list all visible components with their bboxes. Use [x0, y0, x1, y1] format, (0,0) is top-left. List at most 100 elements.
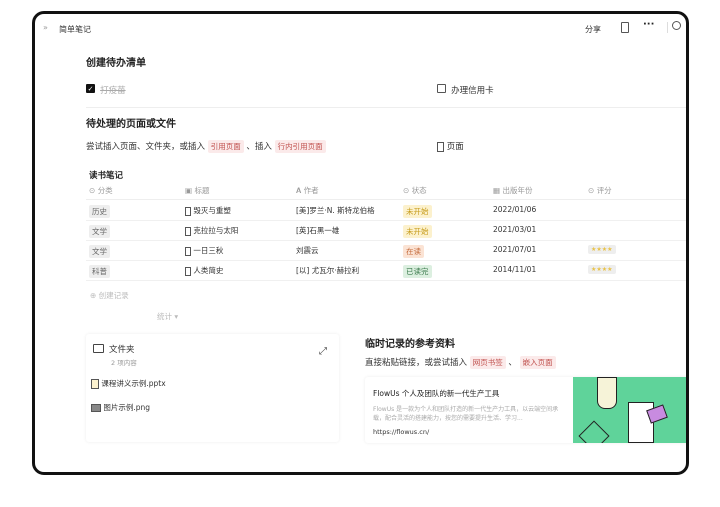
page-link[interactable]: 页面	[437, 140, 464, 152]
folder-icon	[93, 344, 104, 353]
pending-text-main: 尝试插入页面、文件夹，或插入	[86, 142, 206, 152]
embed-page-link[interactable]: 嵌入页面	[519, 356, 556, 369]
title-cell[interactable]: 克拉拉与太阳	[185, 225, 238, 236]
bookmark-thumbnail	[573, 377, 686, 443]
stats-button[interactable]: 统计 ▾	[157, 311, 178, 322]
todo-item[interactable]: 办理信用卡	[437, 78, 494, 97]
date-cell: 2014/11/01	[493, 265, 537, 274]
divider	[667, 22, 668, 33]
book-title: 克拉拉与太阳	[193, 226, 239, 235]
author-cell: [以] 尤瓦尔·赫拉利	[296, 266, 360, 275]
status-col-icon: ⊙	[403, 186, 410, 195]
pending-text: 尝试插入页面、文件夹，或插入 引用页面 、插入 行内引用页面	[86, 140, 326, 153]
divider	[86, 199, 686, 200]
rating-stars: ★★★★	[588, 245, 616, 254]
bookmark-url: https://flowus.cn/	[373, 428, 430, 436]
folder-name: 文件夹	[109, 345, 135, 355]
image-file-icon	[91, 404, 101, 412]
date-cell: 2021/03/01	[493, 225, 537, 234]
status-col-icon: ⊙	[89, 186, 96, 195]
table-row[interactable]	[86, 221, 686, 241]
file-item[interactable]: 课程讲义示例.pptx	[91, 378, 166, 389]
column-header[interactable]: ⊙ 分类	[89, 185, 113, 196]
refs-text-main: 直接粘贴链接，或尝试插入	[365, 358, 468, 368]
status-badge: 在读	[403, 245, 424, 258]
more-icon[interactable]: ···	[643, 19, 654, 30]
refs-sep: 、	[508, 358, 517, 368]
status-badge: 已读完	[403, 265, 432, 278]
page-icon	[185, 246, 191, 256]
refs-text: 直接粘贴链接，或尝试插入 网页书签 、 嵌入页面	[365, 356, 556, 369]
person-col-icon: 𝐀	[296, 186, 302, 195]
ref-page-link[interactable]: 引用页面	[207, 140, 244, 153]
file-name: 课程讲义示例.pptx	[101, 379, 166, 388]
book-title: 人类简史	[193, 266, 224, 275]
bookmark-icon[interactable]	[621, 22, 629, 33]
column-label: 评分	[596, 186, 612, 195]
book-title: 毁灭与重塑	[193, 206, 231, 215]
bookmark-desc: FlowUs 是一款为个人和团队打造的新一代生产力工具，以云端空间承载，配合灵活…	[373, 406, 559, 422]
todo-title: 创建待办清单	[86, 58, 146, 69]
page-label: 页面	[446, 142, 464, 152]
category-tag: 历史	[89, 205, 110, 218]
column-header[interactable]: 𝐀 作者	[296, 185, 319, 196]
pending-title: 待处理的页面或文件	[86, 119, 176, 130]
create-record-label: 创建记录	[98, 291, 129, 300]
column-label: 标题	[194, 186, 210, 195]
column-label: 状态	[411, 186, 427, 195]
expand-sidebar-icon[interactable]: »	[43, 23, 48, 32]
rating-stars: ★★★★	[588, 265, 616, 274]
date-cell: 2022/01/06	[493, 205, 537, 214]
column-label: 作者	[303, 186, 319, 195]
category-tag: 文学	[89, 225, 110, 238]
title-cell[interactable]: 一日三秋	[185, 245, 223, 256]
date-col-icon: ▦	[493, 186, 501, 195]
refs-title: 临时记录的参考资料	[365, 339, 455, 350]
todo-item[interactable]: ✓ 打疫苗	[86, 78, 126, 97]
search-icon[interactable]	[672, 21, 681, 30]
create-record-button[interactable]: ⊕ 创建记录	[90, 290, 129, 301]
column-header[interactable]: ▦ 出版年份	[493, 185, 532, 196]
pptx-file-icon	[91, 379, 99, 389]
date-cell: 2021/07/01	[493, 245, 537, 254]
column-label: 出版年份	[502, 186, 533, 195]
author-cell: [英]石黑一雄	[296, 226, 340, 235]
column-header[interactable]: ⊙ 评分	[588, 185, 612, 196]
title-cell[interactable]: 人类简史	[185, 265, 223, 276]
column-label: 分类	[97, 186, 113, 195]
bookmark-card[interactable]: FlowUs 个人及团队的新一代生产工具 FlowUs 是一款为个人和团队打造的…	[365, 377, 686, 443]
page-icon	[185, 266, 191, 276]
app-window: » 简单笔记 分享 ··· 创建待办清单 ✓ 打疫苗 办理信用卡 待处理的页面或…	[32, 11, 689, 475]
folder-count: 2 项内容	[111, 359, 137, 367]
page-icon	[185, 226, 191, 236]
breadcrumb[interactable]: 简单笔记	[59, 24, 91, 35]
author-cell: 刘震云	[296, 246, 319, 255]
title-cell[interactable]: 毁灭与重塑	[185, 205, 231, 216]
author-cell: [美]罗兰·N. 斯特龙伯格	[296, 206, 375, 215]
page-icon	[185, 206, 191, 216]
folder-card[interactable]: 文件夹 2 项内容 ⤢ 课程讲义示例.pptx 图片示例.png	[86, 334, 339, 442]
status-badge: 未开始	[403, 205, 432, 218]
text-col-icon: ▣	[185, 186, 193, 195]
expand-icon[interactable]: ⤢	[319, 346, 327, 357]
column-header[interactable]: ⊙ 状态	[403, 185, 427, 196]
file-name: 图片示例.png	[103, 403, 151, 412]
file-item[interactable]: 图片示例.png	[91, 402, 150, 413]
checkbox[interactable]	[437, 84, 446, 93]
share-button[interactable]: 分享	[585, 24, 601, 35]
table-row[interactable]	[86, 201, 686, 221]
pending-sep: 、插入	[246, 142, 272, 152]
bookmark-title: FlowUs 个人及团队的新一代生产工具	[373, 389, 500, 398]
divider	[86, 107, 686, 108]
todo-label: 办理信用卡	[451, 86, 494, 96]
column-header[interactable]: ▣ 标题	[185, 185, 209, 196]
category-tag: 科普	[89, 265, 110, 278]
checkbox-checked[interactable]: ✓	[86, 84, 95, 93]
inline-ref-link[interactable]: 行内引用页面	[274, 140, 326, 153]
todo-label: 打疫苗	[100, 86, 126, 96]
table-title: 读书笔记	[89, 171, 124, 181]
rating-col-icon: ⊙	[588, 186, 595, 195]
book-title: 一日三秋	[193, 246, 224, 255]
page-icon	[437, 141, 444, 152]
web-bookmark-link[interactable]: 网页书签	[469, 356, 506, 369]
